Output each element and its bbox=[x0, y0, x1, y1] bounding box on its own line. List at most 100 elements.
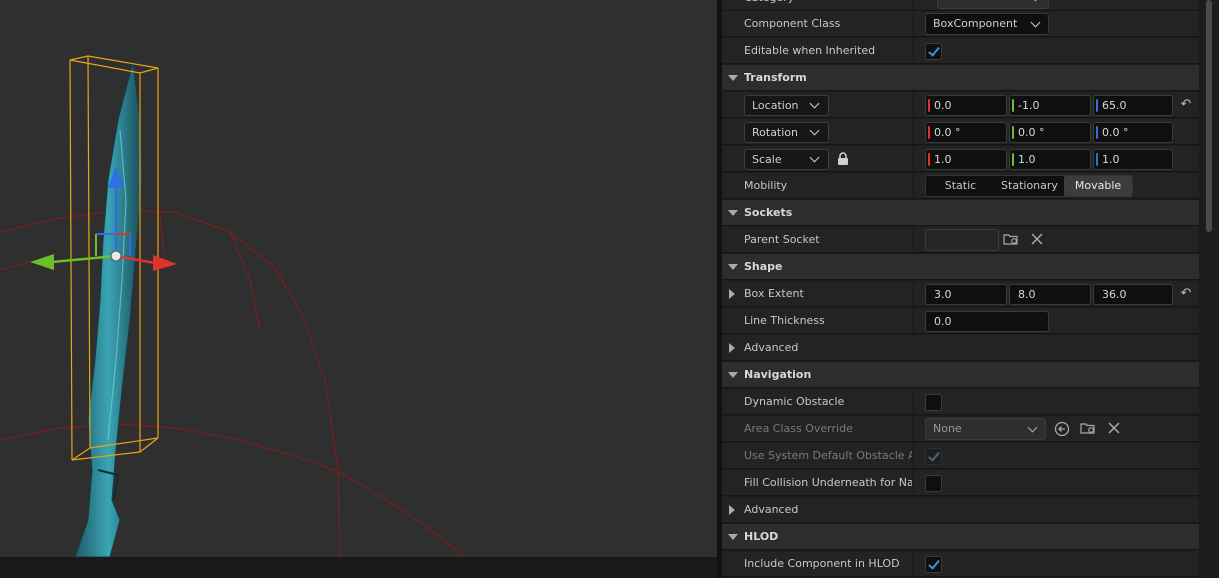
box-extent-z-field[interactable]: 36.0 bbox=[1093, 284, 1173, 305]
row-location: Location 0.0 -1.0 65.0 ↶ bbox=[722, 92, 1199, 118]
row-fill-collision: Fill Collision Underneath for Na... bbox=[722, 470, 1199, 496]
browse-folder-icon[interactable] bbox=[1002, 232, 1020, 248]
box-extent-label: Box Extent bbox=[744, 287, 804, 300]
fill-collision-label: Fill Collision Underneath for Na... bbox=[744, 476, 912, 489]
component-class-label: Component Class bbox=[744, 17, 841, 30]
section-navigation[interactable]: Navigation bbox=[722, 362, 1199, 388]
scrollbar-thumb[interactable] bbox=[1206, 0, 1212, 232]
row-mobility: Mobility Static Stationary Movable bbox=[722, 173, 1199, 199]
scale-z-field[interactable]: 1.0 bbox=[1093, 149, 1173, 170]
rotation-x-value: 0.0 ° bbox=[934, 126, 961, 139]
box-extent-z-value: 36.0 bbox=[1102, 288, 1127, 301]
row-scale: Scale 1.0 1.0 1.0 bbox=[722, 146, 1199, 172]
location-x-value: 0.0 bbox=[934, 99, 952, 112]
parent-socket-field[interactable] bbox=[925, 229, 999, 251]
row-editable-when-inherited: Editable when Inherited bbox=[722, 38, 1199, 64]
row-include-in-hlod: Include Component in HLOD bbox=[722, 551, 1199, 577]
expand-arrow-icon bbox=[728, 210, 738, 216]
expand-arrow-icon bbox=[728, 534, 738, 540]
section-shape[interactable]: Shape bbox=[722, 254, 1199, 280]
mobility-movable-option[interactable]: Movable bbox=[1064, 176, 1132, 196]
use-system-default-checkbox[interactable] bbox=[925, 448, 942, 465]
reset-arrow-icon[interactable]: ↶ bbox=[1178, 286, 1194, 302]
expand-arrow-icon bbox=[729, 505, 735, 515]
scale-x-field[interactable]: 1.0 bbox=[925, 149, 1007, 170]
area-class-override-dropdown[interactable]: None bbox=[925, 418, 1046, 440]
row-dynamic-obstacle: Dynamic Obstacle bbox=[722, 389, 1199, 415]
expand-arrow-icon bbox=[729, 343, 735, 353]
location-z-value: 65.0 bbox=[1102, 99, 1127, 112]
browse-folder-icon[interactable] bbox=[1079, 421, 1097, 437]
chevron-down-icon bbox=[1030, 17, 1041, 28]
section-sockets[interactable]: Sockets bbox=[722, 200, 1199, 226]
scale-z-value: 1.0 bbox=[1102, 153, 1120, 166]
location-x-field[interactable]: 0.0 bbox=[925, 95, 1007, 116]
scale-mode-label: Scale bbox=[752, 153, 782, 166]
viewport-scene[interactable] bbox=[0, 0, 717, 557]
scale-x-value: 1.0 bbox=[934, 153, 952, 166]
scale-y-field[interactable]: 1.0 bbox=[1009, 149, 1091, 170]
editable-when-inherited-checkbox[interactable] bbox=[925, 43, 942, 60]
box-extent-x-field[interactable]: 3.0 bbox=[925, 284, 1007, 305]
clear-x-icon[interactable] bbox=[1028, 232, 1046, 248]
expand-arrow-icon bbox=[728, 264, 738, 270]
editable-when-inherited-label: Editable when Inherited bbox=[744, 44, 876, 57]
location-mode-dropdown[interactable]: Location bbox=[744, 95, 829, 116]
category-label: Category bbox=[744, 0, 912, 11]
clear-x-icon[interactable] bbox=[1105, 421, 1123, 437]
mobility-static-option[interactable]: Static bbox=[926, 176, 995, 196]
row-rotation: Rotation 0.0 ° 0.0 ° 0.0 ° bbox=[722, 119, 1199, 145]
location-z-field[interactable]: 65.0 bbox=[1093, 95, 1173, 116]
level-viewport[interactable] bbox=[0, 0, 717, 557]
advanced-navigation-label: Advanced bbox=[744, 503, 799, 516]
chevron-down-icon bbox=[809, 152, 820, 163]
mobility-label: Mobility bbox=[744, 179, 788, 192]
line-thickness-value: 0.0 bbox=[934, 315, 952, 328]
expand-arrow-icon[interactable] bbox=[729, 289, 735, 299]
row-line-thickness: Line Thickness 0.0 bbox=[722, 308, 1199, 334]
rotation-x-field[interactable]: 0.0 ° bbox=[925, 122, 1007, 143]
chevron-down-icon bbox=[809, 125, 820, 136]
rotation-z-value: 0.0 ° bbox=[1102, 126, 1129, 139]
box-extent-x-value: 3.0 bbox=[934, 288, 952, 301]
row-parent-socket: Parent Socket bbox=[722, 227, 1199, 253]
include-in-hlod-label: Include Component in HLOD bbox=[744, 557, 900, 570]
use-system-default-label: Use System Default Obstacle A... bbox=[744, 449, 912, 462]
category-dropdown[interactable] bbox=[937, 0, 1049, 9]
section-shape-label: Shape bbox=[744, 260, 783, 273]
rotation-y-field[interactable]: 0.0 ° bbox=[1009, 122, 1091, 143]
fill-collision-checkbox[interactable] bbox=[925, 475, 942, 492]
rotation-mode-dropdown[interactable]: Rotation bbox=[744, 122, 829, 143]
scale-mode-dropdown[interactable]: Scale bbox=[744, 149, 829, 170]
details-scrollbar[interactable] bbox=[1205, 0, 1213, 578]
rotation-z-field[interactable]: 0.0 ° bbox=[1093, 122, 1173, 143]
line-thickness-label: Line Thickness bbox=[744, 314, 825, 327]
component-class-dropdown[interactable]: BoxComponent bbox=[925, 13, 1049, 35]
include-in-hlod-checkbox[interactable] bbox=[925, 556, 942, 573]
row-component-class: Component Class BoxComponent bbox=[722, 11, 1199, 37]
row-advanced-shape[interactable]: Advanced bbox=[722, 335, 1199, 361]
mobility-segmented-control: Static Stationary Movable bbox=[925, 175, 1133, 197]
scale-y-value: 1.0 bbox=[1018, 153, 1036, 166]
location-mode-label: Location bbox=[752, 99, 799, 112]
section-hlod[interactable]: HLOD bbox=[722, 524, 1199, 550]
rotation-y-value: 0.0 ° bbox=[1018, 126, 1045, 139]
row-advanced-navigation[interactable]: Advanced bbox=[722, 497, 1199, 523]
section-hlod-label: HLOD bbox=[744, 530, 779, 543]
expand-arrow-icon bbox=[728, 372, 738, 378]
location-y-field[interactable]: -1.0 bbox=[1009, 95, 1091, 116]
viewport-bottom-bar bbox=[0, 557, 717, 578]
row-area-class-override: Area Class Override None bbox=[722, 416, 1199, 442]
section-transform[interactable]: Transform bbox=[722, 65, 1199, 91]
box-extent-y-field[interactable]: 8.0 bbox=[1009, 284, 1091, 305]
reset-arrow-icon[interactable]: ↶ bbox=[1178, 97, 1194, 113]
row-box-extent: Box Extent 3.0 8.0 36.0 ↶ bbox=[722, 281, 1199, 307]
component-class-value: BoxComponent bbox=[933, 17, 1018, 30]
section-transform-label: Transform bbox=[744, 71, 807, 84]
lock-icon[interactable] bbox=[837, 152, 849, 166]
dynamic-obstacle-checkbox[interactable] bbox=[925, 394, 942, 411]
line-thickness-field[interactable]: 0.0 bbox=[925, 311, 1049, 332]
use-selected-arrow-icon[interactable] bbox=[1053, 421, 1071, 437]
details-panel: Category Component Class BoxComponent Ed… bbox=[722, 0, 1219, 578]
mobility-stationary-option[interactable]: Stationary bbox=[995, 176, 1064, 196]
